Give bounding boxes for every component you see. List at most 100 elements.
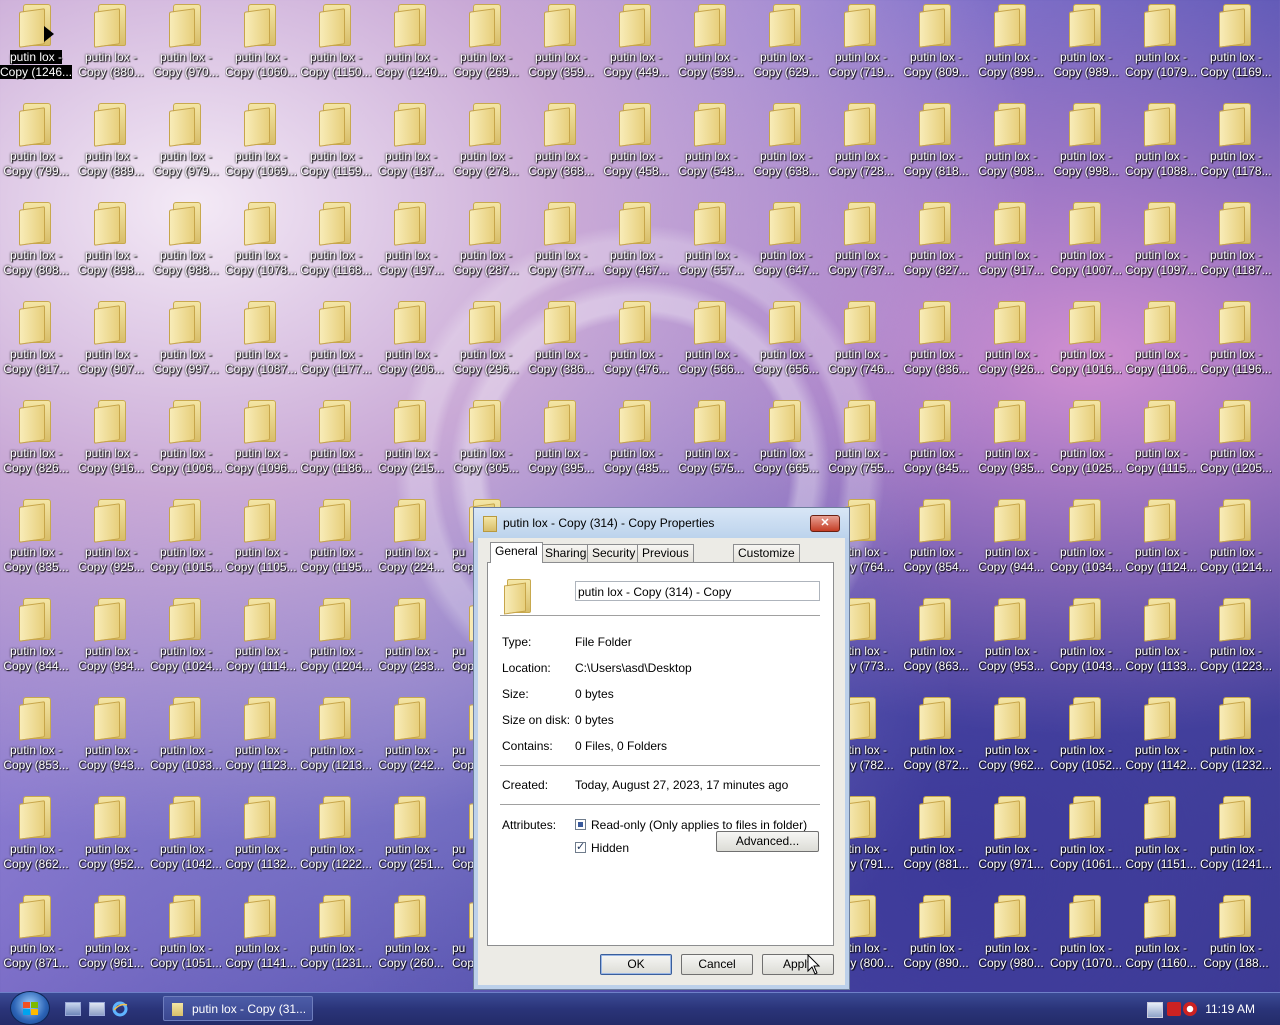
desktop-folder-icon[interactable]: putin lox - Copy (1160... [1125,891,1197,987]
desktop-folder-icon[interactable]: putin lox - Copy (1150... [300,0,372,96]
desktop-folder-icon[interactable]: putin lox - Copy (1232... [1200,693,1272,789]
desktop-folder-icon[interactable]: putin lox - Copy (1141... [225,891,297,987]
desktop-folder-icon[interactable]: putin lox - Copy (1222... [300,792,372,888]
desktop-folder-icon[interactable]: putin lox - Copy (953... [975,594,1047,690]
desktop-folder-icon[interactable]: putin lox - Copy (737... [825,198,897,294]
desktop-folder-icon[interactable]: putin lox - Copy (1142... [1125,693,1197,789]
desktop-folder-icon[interactable]: putin lox - Copy (1043... [1050,594,1122,690]
desktop-folder-icon[interactable]: putin lox - Copy (971... [975,792,1047,888]
desktop-folder-icon[interactable]: putin lox - Copy (917... [975,198,1047,294]
desktop-folder-icon[interactable]: putin lox - Copy (944... [975,495,1047,591]
desktop-folder-icon[interactable]: putin lox - Copy (809... [900,0,972,96]
desktop-folder-icon[interactable]: putin lox - Copy (916... [75,396,147,492]
desktop-folder-icon[interactable]: putin lox - Copy (1025... [1050,396,1122,492]
security-alert-icon[interactable] [1167,1002,1181,1016]
desktop-folder-icon[interactable]: putin lox - Copy (305... [450,396,522,492]
readonly-label[interactable]: Read-only (Only applies to files in fold… [591,818,807,832]
desktop-folder-icon[interactable]: putin lox - Copy (827... [900,198,972,294]
ok-button[interactable]: OK [600,954,672,975]
desktop-folder-icon[interactable]: putin lox - Copy (853... [0,693,72,789]
desktop-folder-icon[interactable]: putin lox - Copy (871... [0,891,72,987]
desktop-folder-icon[interactable]: putin lox - Copy (1060... [225,0,297,96]
desktop-folder-icon[interactable]: putin lox - Copy (539... [675,0,747,96]
desktop-folder-icon[interactable]: putin lox - Copy (1070... [1050,891,1122,987]
desktop-folder-icon[interactable]: putin lox - Copy (197... [375,198,447,294]
volume-muted-icon[interactable] [1183,1002,1197,1016]
desktop-folder-icon[interactable]: putin lox - Copy (998... [1050,99,1122,195]
desktop-folder-icon[interactable]: putin lox - Copy (863... [900,594,972,690]
tab-general[interactable]: General [490,542,543,563]
desktop-folder-icon[interactable]: putin lox - Copy (943... [75,693,147,789]
desktop-folder-icon[interactable]: putin lox - Copy (467... [600,198,672,294]
network-icon[interactable] [1147,1002,1163,1018]
desktop-folder-icon[interactable]: putin lox - Copy (970... [150,0,222,96]
desktop-folder-icon[interactable]: putin lox - Copy (1106... [1125,297,1197,393]
desktop-folder-icon[interactable]: putin lox - Copy (925... [75,495,147,591]
desktop-folder-icon[interactable]: putin lox - Copy (1186... [300,396,372,492]
desktop-folder-icon[interactable]: putin lox - Copy (296... [450,297,522,393]
desktop-folder-icon[interactable]: putin lox - Copy (1168... [300,198,372,294]
tab-security[interactable]: Security [587,544,641,562]
desktop-folder-icon[interactable]: putin lox - Copy (233... [375,594,447,690]
desktop-folder-icon[interactable]: putin lox - Copy (377... [525,198,597,294]
desktop-folder-icon[interactable]: putin lox - Copy (818... [900,99,972,195]
folder-name-input[interactable]: putin lox - Copy (314) - Copy [575,581,820,601]
desktop-folder-icon[interactable]: putin lox - Copy (1006... [150,396,222,492]
readonly-checkbox[interactable] [575,819,586,830]
desktop-folder-icon[interactable]: putin lox - Copy (1123... [225,693,297,789]
desktop-folder-icon[interactable]: putin lox - Copy (188... [1200,891,1272,987]
desktop-folder-icon[interactable]: putin lox - Copy (755... [825,396,897,492]
desktop-folder-icon[interactable]: putin lox - Copy (242... [375,693,447,789]
desktop-folder-icon[interactable]: putin lox - Copy (979... [150,99,222,195]
desktop-folder-icon[interactable]: putin lox - Copy (898... [75,198,147,294]
desktop-folder-icon[interactable]: putin lox - Copy (872... [900,693,972,789]
desktop-folder-icon[interactable]: putin lox - Copy (1115... [1125,396,1197,492]
desktop-folder-icon[interactable]: putin lox - Copy (1105... [225,495,297,591]
desktop-folder-icon[interactable]: putin lox - Copy (1114... [225,594,297,690]
desktop-folder-icon[interactable]: putin lox - Copy (476... [600,297,672,393]
desktop-folder-icon[interactable]: putin lox - Copy (1034... [1050,495,1122,591]
desktop-folder-icon[interactable]: putin lox - Copy (1007... [1050,198,1122,294]
desktop-folder-icon[interactable]: putin lox - Copy (1169... [1200,0,1272,96]
desktop-folder-icon[interactable]: putin lox - Copy (395... [525,396,597,492]
desktop-folder-icon[interactable]: putin lox - Copy (368... [525,99,597,195]
desktop-folder-icon[interactable]: putin lox - Copy (926... [975,297,1047,393]
hidden-label[interactable]: Hidden [591,841,629,855]
desktop-folder-icon[interactable]: putin lox - Copy (1240... [375,0,447,96]
desktop-folder-icon[interactable]: putin lox - Copy (1015... [150,495,222,591]
desktop-folder-icon[interactable]: putin lox - Copy (935... [975,396,1047,492]
desktop-folder-icon[interactable]: putin lox - Copy (719... [825,0,897,96]
desktop-folder-icon[interactable]: putin lox - Copy (251... [375,792,447,888]
desktop-folder-icon[interactable]: putin lox - Copy (836... [900,297,972,393]
desktop-folder-icon[interactable]: putin lox - Copy (1124... [1125,495,1197,591]
desktop-folder-icon[interactable]: putin lox - Copy (215... [375,396,447,492]
desktop-folder-icon[interactable]: putin lox - Copy (817... [0,297,72,393]
desktop-folder-icon[interactable]: putin lox - Copy (557... [675,198,747,294]
desktop-folder-icon[interactable]: putin lox - Copy (1061... [1050,792,1122,888]
desktop-folder-icon[interactable]: putin lox - Copy (458... [600,99,672,195]
desktop-folder-icon[interactable]: putin lox - Copy (962... [975,693,1047,789]
desktop-folder-icon[interactable]: putin lox - Copy (1088... [1125,99,1197,195]
desktop-folder-icon[interactable]: putin lox - Copy (1069... [225,99,297,195]
desktop-folder-icon[interactable]: putin lox - Copy (1214... [1200,495,1272,591]
desktop-folder-icon[interactable]: putin lox - Copy (1213... [300,693,372,789]
desktop-folder-icon[interactable]: putin lox - Copy (629... [750,0,822,96]
desktop-folder-icon[interactable]: putin lox - Copy (1024... [150,594,222,690]
advanced-button[interactable]: Advanced... [716,831,819,852]
desktop-folder-icon[interactable]: putin lox - Copy (1051... [150,891,222,987]
apply-button[interactable]: Apply [762,954,834,975]
desktop-folder-icon[interactable]: putin lox - Copy (1177... [300,297,372,393]
desktop-folder-icon[interactable]: putin lox - Copy (647... [750,198,822,294]
start-button[interactable] [10,991,50,1025]
desktop-folder-icon[interactable]: putin lox - Copy (656... [750,297,822,393]
desktop-folder-icon[interactable]: putin lox - Copy (1096... [225,396,297,492]
desktop-folder-icon[interactable]: putin lox - Copy (1016... [1050,297,1122,393]
desktop-folder-icon[interactable]: putin lox - Copy (287... [450,198,522,294]
desktop-folder-icon[interactable]: putin lox - Copy (1195... [300,495,372,591]
desktop-folder-icon[interactable]: putin lox - Copy (1132... [225,792,297,888]
desktop-folder-icon[interactable]: putin lox - Copy (665... [750,396,822,492]
desktop-folder-icon[interactable]: putin lox - Copy (566... [675,297,747,393]
desktop-folder-icon[interactable]: putin lox - Copy (881... [900,792,972,888]
desktop-folder-icon[interactable]: putin lox - Copy (1187... [1200,198,1272,294]
desktop-folder-icon[interactable]: putin lox - Copy (1079... [1125,0,1197,96]
